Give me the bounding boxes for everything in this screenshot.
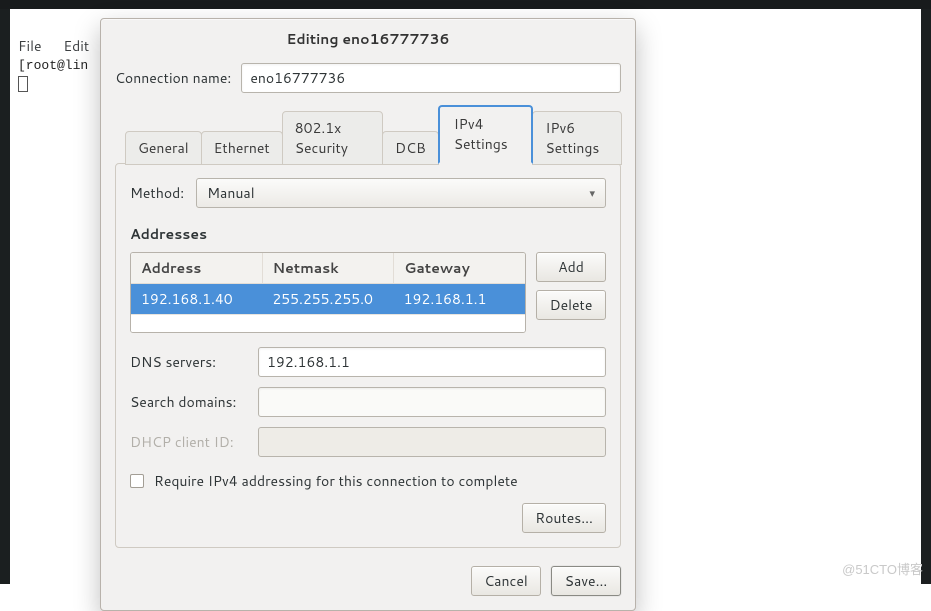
addr-cell-address: 192.168.1.40 xyxy=(131,284,262,314)
add-address-button[interactable]: Add xyxy=(536,252,606,282)
save-button[interactable]: Save… xyxy=(551,566,621,596)
addresses-empty-row[interactable] xyxy=(131,314,525,332)
addr-cell-gateway: 192.168.1.1 xyxy=(394,284,525,314)
dialog-body: Connection name: General Ethernet 802.1x… xyxy=(101,57,635,556)
addresses-button-column: Add Delete xyxy=(536,252,606,320)
addresses-block: Address Netmask Gateway 192.168.1.40 255… xyxy=(130,252,606,333)
tab-ipv4-settings[interactable]: IPv4 Settings xyxy=(438,105,534,164)
connection-name-input[interactable] xyxy=(241,63,621,93)
dialog-title: Editing eno16777736 xyxy=(101,19,635,57)
tab-ipv6-settings[interactable]: IPv6 Settings xyxy=(532,111,622,165)
routes-button[interactable]: Routes… xyxy=(522,503,606,533)
method-label: Method: xyxy=(130,183,184,203)
terminal-menubar: File Edit xyxy=(18,36,107,56)
tab-ethernet[interactable]: Ethernet xyxy=(201,131,283,165)
delete-address-button[interactable]: Delete xyxy=(536,290,606,320)
dhcp-client-id-input xyxy=(258,427,606,457)
method-select-value: Manual xyxy=(207,183,254,203)
right-background-strip xyxy=(921,9,931,584)
desktop-topbar xyxy=(0,0,931,9)
tab-dcb[interactable]: DCB xyxy=(382,131,439,165)
method-select[interactable]: Manual ▾ xyxy=(196,178,606,208)
dns-servers-input[interactable] xyxy=(258,347,606,377)
addresses-header-gateway[interactable]: Gateway xyxy=(394,253,525,284)
terminal-prompt: [root@lin xyxy=(18,58,88,73)
require-ipv4-label: Require IPv4 addressing for this connect… xyxy=(154,471,518,491)
left-background-strip xyxy=(0,9,10,584)
addr-cell-netmask: 255.255.255.0 xyxy=(262,284,393,314)
addresses-header-address[interactable]: Address xyxy=(131,253,263,284)
connection-name-label: Connection name: xyxy=(115,68,231,88)
method-row: Method: Manual ▾ xyxy=(130,178,606,208)
routes-row: Routes… xyxy=(130,503,606,533)
dialog-action-bar: Cancel Save… xyxy=(101,556,635,610)
search-domains-input[interactable] xyxy=(258,387,606,417)
menu-edit[interactable]: Edit xyxy=(63,36,89,56)
menu-file[interactable]: File xyxy=(18,36,42,56)
network-connection-editor-dialog: Editing eno16777736 Connection name: Gen… xyxy=(100,18,636,611)
addresses-label: Addresses xyxy=(130,224,606,244)
watermark: @51CTO博客 xyxy=(842,559,923,578)
require-ipv4-row: Require IPv4 addressing for this connect… xyxy=(130,471,606,491)
search-domains-label: Search domains: xyxy=(130,392,250,412)
ipv4-extra-fields: DNS servers: Search domains: DHCP client… xyxy=(130,347,606,457)
dhcp-client-id-label: DHCP client ID: xyxy=(130,432,250,452)
tab-8021x-security[interactable]: 802.1x Security xyxy=(282,111,383,165)
addresses-table[interactable]: Address Netmask Gateway 192.168.1.40 255… xyxy=(130,252,526,333)
require-ipv4-checkbox[interactable] xyxy=(130,474,144,488)
terminal-cursor xyxy=(18,76,28,92)
settings-tabs: General Ethernet 802.1x Security DCB IPv… xyxy=(125,105,621,164)
addresses-header-row: Address Netmask Gateway xyxy=(131,253,525,284)
ipv4-settings-pane: Method: Manual ▾ Addresses Address Netma… xyxy=(115,163,621,548)
addresses-header-netmask[interactable]: Netmask xyxy=(263,253,395,284)
tab-general[interactable]: General xyxy=(125,131,202,165)
chevron-down-icon: ▾ xyxy=(589,185,595,201)
addresses-row-selected[interactable]: 192.168.1.40 255.255.255.0 192.168.1.1 xyxy=(131,284,525,314)
dns-servers-label: DNS servers: xyxy=(130,352,250,372)
connection-name-row: Connection name: xyxy=(115,63,621,93)
cancel-button[interactable]: Cancel xyxy=(471,566,541,596)
